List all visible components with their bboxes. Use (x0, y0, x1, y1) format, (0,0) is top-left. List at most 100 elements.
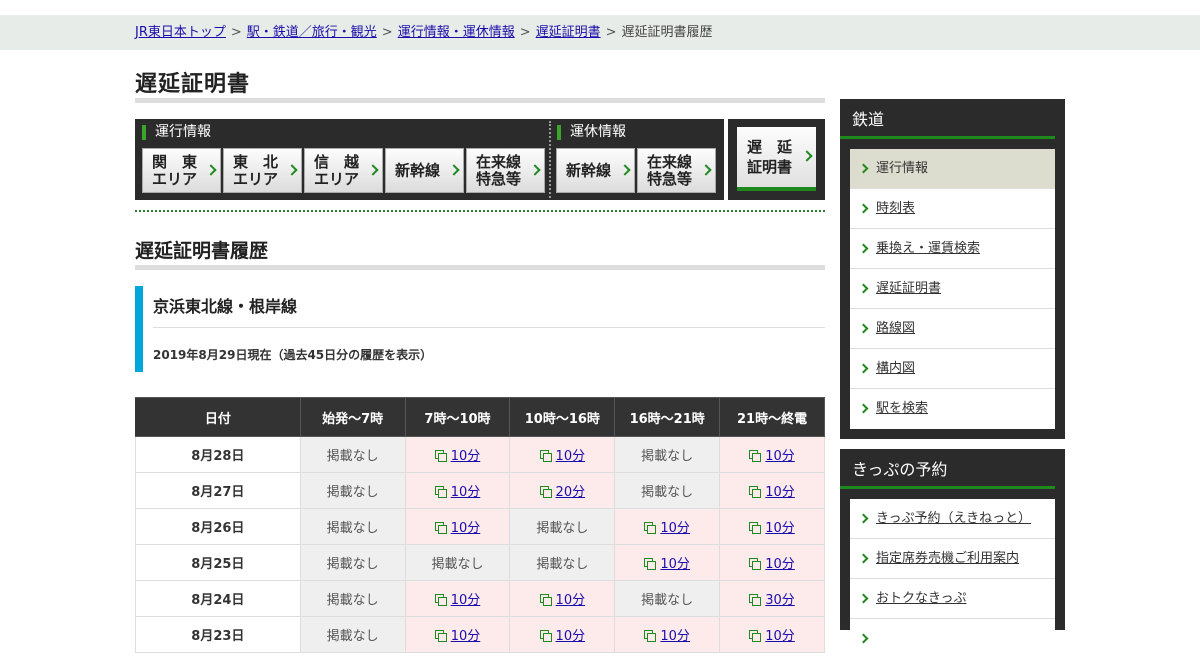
new-window-icon (434, 594, 447, 606)
chevron-right-icon (858, 593, 869, 604)
sidebar-item-label[interactable]: 遅延証明書 (876, 281, 941, 296)
nav-button-tohoku[interactable]: 東 北 エリア (223, 148, 302, 193)
chevron-right-icon (858, 553, 869, 564)
sidebar-item-label[interactable]: 時刻表 (876, 201, 915, 216)
sidebar-item-more[interactable] (850, 619, 1055, 659)
delay-minutes-link[interactable]: 10分 (765, 557, 795, 572)
no-delay-cell: 掲載なし (509, 508, 616, 545)
column-header-date: 日付 (135, 397, 301, 437)
delay-minutes-link[interactable]: 10分 (451, 593, 481, 608)
sidebar-item-route-map[interactable]: 路線図 (850, 309, 1055, 349)
delay-minutes-link[interactable]: 10分 (556, 593, 586, 608)
nav-button-delay-cert[interactable]: 遅 延 証明書 (737, 127, 816, 191)
line-note: 2019年8月29日現在（過去45日分の履歴を表示） (153, 348, 433, 362)
delay-minutes-link[interactable]: 10分 (451, 485, 481, 500)
sidebar-item-label[interactable]: 指定席券売機ご利用案内 (876, 551, 1019, 566)
section-underline (135, 265, 825, 270)
sidebar-railway-list: 運行情報 時刻表 乗換え・運賃検索 遅延証明書 路線図 構内図 駅を検索 (850, 149, 1055, 429)
new-window-icon (644, 558, 657, 570)
nav-button-shinkansen[interactable]: 新幹線 (385, 148, 464, 193)
nav-button-label: 在来線 特急等 (475, 152, 521, 188)
section-title: 遅延証明書履歴 (135, 240, 269, 262)
delay-cell: 10分 (404, 436, 511, 473)
table-header-row: 日付 始発～7時 7時～10時 10時～16時 16時～21時 21時～終電 (135, 397, 825, 437)
no-delay-cell: 掲載なし (299, 472, 406, 509)
delay-minutes-link[interactable]: 10分 (660, 521, 690, 536)
nav-button-suspension-shinkansen[interactable]: 新幹線 (556, 148, 635, 193)
no-delay-cell: 掲載なし (614, 436, 721, 473)
delay-minutes-link[interactable]: 30分 (765, 593, 795, 608)
delay-minutes-link[interactable]: 10分 (765, 449, 795, 464)
delay-minutes-link[interactable]: 10分 (765, 485, 795, 500)
delay-cell: 10分 (509, 616, 616, 653)
delay-minutes-link[interactable]: 10分 (556, 449, 586, 464)
chevron-right-icon (858, 403, 869, 414)
sidebar-item-label[interactable]: おトクなきっぷ (876, 591, 966, 606)
nav-button-label: 新幹線 (394, 161, 440, 179)
breadcrumb-link-top[interactable]: JR東日本トップ (135, 25, 226, 40)
no-delay-cell: 掲載なし (509, 544, 616, 581)
column-header-16-to-21: 16時～21時 (614, 397, 721, 437)
delay-cell: 10分 (404, 472, 511, 509)
chevron-right-icon (858, 203, 869, 214)
sidebar-item-eki-net[interactable]: きっぷ予約（えきねっと） (850, 499, 1055, 539)
breadcrumb-link-travel[interactable]: 駅・鉄道／旅行・観光 (247, 25, 377, 40)
nav-button-suspension-limited-express[interactable]: 在来線 特急等 (637, 148, 716, 193)
delay-cell: 10分 (404, 580, 511, 617)
delay-minutes-link[interactable]: 10分 (451, 521, 481, 536)
delay-minutes-link[interactable]: 10分 (556, 629, 586, 644)
chevron-right-icon (448, 163, 460, 176)
sidebar-item-delay-cert[interactable]: 遅延証明書 (850, 269, 1055, 309)
sidebar-item-timetable[interactable]: 時刻表 (850, 189, 1055, 229)
sidebar-item-label[interactable]: 構内図 (876, 361, 915, 376)
sidebar-item-station-search[interactable]: 駅を検索 (850, 389, 1055, 429)
nav-group-operation-label: 運行情報 (142, 125, 211, 140)
delay-minutes-link[interactable]: 10分 (765, 521, 795, 536)
new-window-icon (434, 450, 447, 462)
nav-button-kanto[interactable]: 関 東 エリア (142, 148, 221, 193)
sidebar-item-station-map[interactable]: 構内図 (850, 349, 1055, 389)
breadcrumb-link-service-info[interactable]: 運行情報・運休情報 (398, 25, 515, 40)
date-cell: 8月24日 (135, 580, 301, 617)
breadcrumb-link-delay-cert[interactable]: 遅延証明書 (536, 25, 601, 40)
delay-minutes-link[interactable]: 10分 (451, 449, 481, 464)
title-underline (135, 98, 825, 103)
no-delay-cell: 掲載なし (299, 580, 406, 617)
column-header-first-to-7: 始発～7時 (299, 397, 406, 437)
no-delay-cell: 掲載なし (299, 544, 406, 581)
delay-minutes-link[interactable]: 10分 (660, 629, 690, 644)
no-delay-cell: 掲載なし (614, 472, 721, 509)
delay-minutes-link[interactable]: 20分 (556, 485, 586, 500)
delay-minutes-link[interactable]: 10分 (765, 629, 795, 644)
section-divider (135, 210, 825, 212)
line-info-box: 京浜東北線・根岸線 2019年8月29日現在（過去45日分の履歴を表示） (135, 286, 825, 372)
sidebar-tickets-title: きっぷの予約 (840, 449, 1055, 489)
sidebar-item-label[interactable]: 駅を検索 (876, 401, 928, 416)
no-delay-cell: 掲載なし (299, 616, 406, 653)
sidebar-tickets-list: きっぷ予約（えきねっと） 指定席券売機ご利用案内 おトクなきっぷ (850, 499, 1055, 659)
new-window-icon (749, 486, 762, 498)
no-delay-cell: 掲載なし (614, 580, 721, 617)
delay-cert-nav-panel: 遅 延 証明書 (728, 119, 825, 200)
nav-button-shinetsu[interactable]: 信 越 エリア (304, 148, 383, 193)
sidebar-item-label[interactable]: きっぷ予約（えきねっと） (876, 511, 1031, 526)
sidebar-item-route-search[interactable]: 乗換え・運賃検索 (850, 229, 1055, 269)
delay-history-table: 日付 始発～7時 7時～10時 10時～16時 16時～21時 21時～終電 8… (135, 397, 825, 653)
sidebar-item-label[interactable]: 路線図 (876, 321, 915, 336)
sidebar-item-ticket-machine[interactable]: 指定席券売機ご利用案内 (850, 539, 1055, 579)
sidebar-item-label: 運行情報 (876, 161, 929, 176)
delay-cell: 10分 (614, 616, 721, 653)
table-row: 8月26日 掲載なし 10分 掲載なし 10分 10分 (135, 508, 825, 545)
sidebar-item-label[interactable]: 乗換え・運賃検索 (876, 241, 980, 256)
date-cell: 8月25日 (135, 544, 301, 581)
table-row: 8月23日 掲載なし 10分 10分 10分 10分 (135, 616, 825, 653)
sidebar-item-service-info[interactable]: 運行情報 (850, 149, 1055, 189)
chevron-right-icon (858, 243, 869, 254)
nav-button-limited-express[interactable]: 在来線 特急等 (466, 148, 545, 193)
new-window-icon (434, 486, 447, 498)
delay-minutes-link[interactable]: 10分 (660, 557, 690, 572)
sidebar-item-discount-tickets[interactable]: おトクなきっぷ (850, 579, 1055, 619)
delay-cell: 10分 (404, 508, 511, 545)
table-row: 8月27日 掲載なし 10分 20分 掲載なし 10分 (135, 472, 825, 509)
delay-minutes-link[interactable]: 10分 (451, 629, 481, 644)
